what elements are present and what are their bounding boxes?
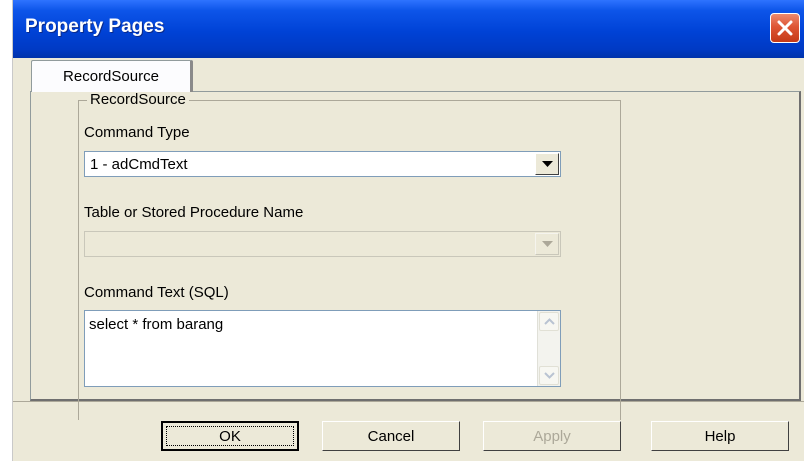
button-row-divider — [13, 401, 804, 402]
tab-recordsource[interactable]: RecordSource — [31, 60, 193, 92]
help-button[interactable]: Help — [651, 421, 789, 451]
command-type-dropdown-button[interactable] — [535, 153, 559, 175]
command-type-value: 1 - adCmdText — [90, 156, 188, 173]
command-text-value: select * from barang — [89, 316, 224, 333]
close-icon — [777, 20, 793, 36]
ok-button[interactable]: OK — [161, 421, 299, 451]
chevron-down-icon — [542, 241, 553, 247]
window-title: Property Pages — [25, 16, 165, 37]
tab-page-recordsource: RecordSource Command Type 1 - adCmdText … — [30, 91, 801, 420]
command-text-label: Command Text (SQL) — [84, 284, 229, 301]
background-window-edge — [0, 0, 13, 461]
property-pages-dialog: Property Pages RecordSource RecordSource… — [13, 0, 804, 461]
scroll-down-arrow-icon — [544, 372, 555, 379]
tab-label: RecordSource — [63, 68, 159, 85]
cancel-button[interactable]: Cancel — [322, 421, 460, 451]
help-button-label: Help — [704, 427, 736, 445]
command-type-label: Command Type — [84, 124, 190, 141]
command-text-input[interactable]: select * from barang — [84, 310, 561, 387]
apply-button-label: Apply — [533, 427, 571, 445]
table-name-select[interactable] — [84, 231, 561, 257]
groupbox-legend: RecordSource — [87, 91, 189, 108]
title-bar[interactable]: Property Pages — [13, 0, 804, 58]
recordsource-groupbox: RecordSource Command Type 1 - adCmdText … — [78, 91, 621, 420]
ok-button-label: OK — [219, 427, 241, 445]
scroll-up-button[interactable] — [539, 312, 559, 331]
scroll-down-button[interactable] — [539, 366, 559, 385]
command-type-select[interactable]: 1 - adCmdText — [84, 151, 561, 177]
chevron-down-icon — [542, 161, 553, 167]
scroll-up-arrow-icon — [544, 318, 555, 325]
table-name-dropdown-button[interactable] — [535, 233, 559, 255]
table-name-label: Table or Stored Procedure Name — [84, 204, 304, 221]
command-text-scrollbar[interactable] — [537, 311, 560, 386]
close-button[interactable] — [770, 13, 800, 43]
apply-button[interactable]: Apply — [483, 421, 621, 451]
cancel-button-label: Cancel — [367, 427, 415, 445]
